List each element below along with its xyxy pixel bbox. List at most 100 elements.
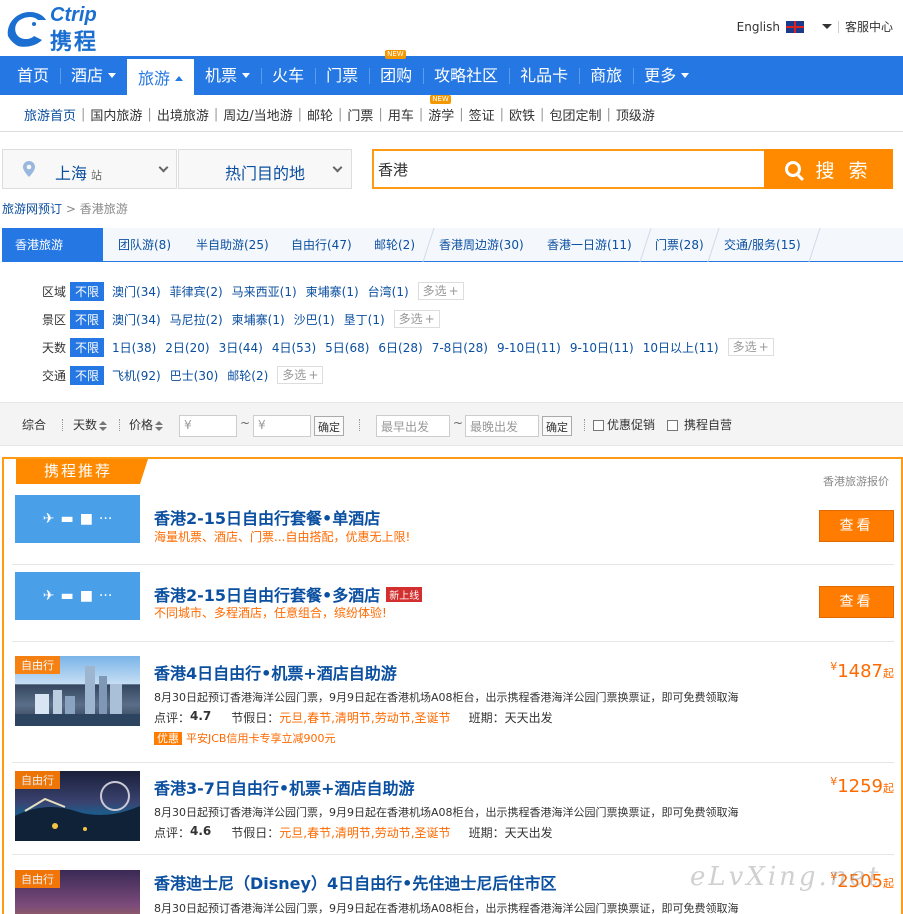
- latest-departure-input[interactable]: 最晚出发: [465, 415, 539, 437]
- tab-cruise[interactable]: 邮轮(2): [361, 228, 428, 262]
- filter-option[interactable]: 巴士(30): [170, 367, 219, 384]
- multi-select-button[interactable]: 多选 +: [727, 338, 774, 356]
- filter-all[interactable]: 不限: [70, 281, 105, 301]
- earliest-departure-input[interactable]: 最早出发: [376, 415, 450, 437]
- sort-price[interactable]: 价格: [129, 416, 164, 433]
- departure-city-select[interactable]: 上海站: [2, 149, 177, 189]
- package-icons[interactable]: ✈ ▬ ■ ···: [15, 495, 140, 543]
- filter-option[interactable]: 柬埔寨(1): [232, 311, 285, 328]
- product-title[interactable]: 香港迪士尼（Disney）4日自由行•先住迪士尼后住市区: [154, 870, 556, 894]
- product-title[interactable]: 香港4日自由行•机票+酒店自助游: [154, 660, 397, 684]
- multi-select-button[interactable]: 多选 +: [277, 366, 324, 384]
- filter-all[interactable]: 不限: [70, 337, 105, 357]
- nav-business[interactable]: 商旅: [579, 56, 633, 95]
- search-button[interactable]: 搜 索: [764, 149, 893, 189]
- filter-option[interactable]: 台湾(1): [368, 283, 409, 300]
- filter-option[interactable]: 马来西亚(1): [232, 283, 297, 300]
- filter-option[interactable]: 9-10日(11): [497, 339, 561, 356]
- filter-option[interactable]: 3日(44): [219, 339, 263, 356]
- multi-select-button[interactable]: 多选 +: [417, 282, 464, 300]
- filter-option[interactable]: 飞机(92): [112, 367, 161, 384]
- filter-option[interactable]: 2日(20): [165, 339, 209, 356]
- package-title[interactable]: 香港2-15日自由行套餐•单酒店: [154, 505, 380, 529]
- language-dropdown-icon[interactable]: [821, 24, 832, 29]
- subnav-study-tour[interactable]: 游学 NEW: [424, 95, 458, 124]
- product-title[interactable]: 香港3-7日自由行•机票+酒店自助游: [154, 775, 415, 799]
- tab-hk-travel[interactable]: 香港旅游(150): [2, 228, 103, 286]
- tab-independent[interactable]: 自由行(47): [278, 228, 365, 262]
- filter-option[interactable]: 柬埔寨(1): [306, 283, 359, 300]
- product-price[interactable]: ¥1487起: [830, 660, 894, 682]
- filter-option[interactable]: 7-8日(28): [432, 339, 488, 356]
- subnav-nearby[interactable]: 周边/当地游: [219, 105, 296, 124]
- breadcrumb-home[interactable]: 旅游网预订: [2, 202, 62, 216]
- tab-transport[interactable]: 交通/服务(15): [711, 228, 814, 262]
- price-min-input[interactable]: ¥: [179, 415, 237, 437]
- tab-semi-self[interactable]: 半自助游(25): [183, 228, 282, 262]
- filter-option[interactable]: 澳门(34): [112, 283, 161, 300]
- nav-travel[interactable]: 旅游: [127, 56, 195, 98]
- filter-option[interactable]: 6日(28): [378, 339, 422, 356]
- tab-tickets[interactable]: 门票(28): [642, 228, 717, 262]
- nav-groupbuy[interactable]: 团购 NEW: [369, 50, 423, 95]
- package-title[interactable]: 香港2-15日自由行套餐•多酒店 新上线: [154, 582, 423, 606]
- nav-tickets[interactable]: 门票: [315, 56, 369, 95]
- filter-option[interactable]: 5日(68): [325, 339, 369, 356]
- nav-gift-card[interactable]: 礼品卡: [509, 56, 579, 95]
- quote-link[interactable]: 香港旅游报价: [823, 473, 889, 489]
- product-price[interactable]: ¥1259起: [830, 775, 894, 797]
- subnav-outbound[interactable]: 出境旅游: [153, 105, 213, 124]
- subnav-domestic[interactable]: 国内旅游: [86, 105, 146, 124]
- filter-option[interactable]: 垦丁(1): [344, 311, 385, 328]
- filter-all[interactable]: 不限: [70, 365, 105, 385]
- subnav-eurail[interactable]: 欧铁: [505, 105, 539, 124]
- multi-select-button[interactable]: 多选 +: [393, 310, 440, 328]
- tab-group-tour[interactable]: 团队游(8): [105, 228, 184, 262]
- view-button[interactable]: 查看: [819, 586, 894, 618]
- nav-hotel[interactable]: 酒店: [60, 56, 127, 95]
- filter-option[interactable]: 澳门(34): [112, 311, 161, 328]
- sort-days[interactable]: 天数: [73, 416, 108, 433]
- date-confirm-button[interactable]: 确定: [542, 416, 572, 436]
- subnav-visa[interactable]: 签证: [465, 105, 499, 124]
- self-operated-checkbox[interactable]: 携程自营: [667, 416, 732, 433]
- search-input[interactable]: 香港: [372, 149, 766, 189]
- product-image[interactable]: 自由行: [15, 771, 140, 841]
- price-confirm-button[interactable]: 确定: [314, 416, 344, 436]
- filter-option[interactable]: 4日(53): [272, 339, 316, 356]
- language-link[interactable]: English: [737, 20, 780, 34]
- nav-train[interactable]: 火车: [261, 56, 315, 95]
- nav-flights[interactable]: 机票: [194, 56, 261, 95]
- subnav-travel-home[interactable]: 旅游首页: [24, 105, 80, 124]
- price-max-input[interactable]: ¥: [253, 415, 311, 437]
- filter-all[interactable]: 不限: [70, 309, 105, 329]
- nav-more[interactable]: 更多: [633, 56, 700, 95]
- subnav-custom[interactable]: 包团定制: [545, 105, 605, 124]
- filter-option[interactable]: 10日以上(11): [643, 339, 719, 356]
- package-icons[interactable]: ✈ ▬ ■ ···: [15, 572, 140, 620]
- filter-row-scenic: 景区 不限 澳门(34) 马尼拉(2) 柬埔寨(1) 沙巴(1) 垦丁(1) 多…: [42, 309, 440, 329]
- subnav-car[interactable]: 用车: [384, 105, 418, 124]
- subnav-luxury[interactable]: 顶级游: [612, 105, 659, 124]
- filter-option[interactable]: 菲律宾(2): [170, 283, 223, 300]
- promo-checkbox[interactable]: 优惠促销: [593, 416, 655, 433]
- filter-option[interactable]: 1日(38): [112, 339, 156, 356]
- customer-service-link[interactable]: 客服中心: [845, 18, 893, 35]
- product-card: 自由行 香港4日自由行•机票+酒店自助游 8月30日起预订香港海洋公园门票，9月…: [12, 648, 894, 763]
- ctrip-logo[interactable]: Ctrip 携程: [4, 4, 124, 55]
- view-button[interactable]: 查看: [819, 510, 894, 542]
- nav-home[interactable]: 首页: [6, 56, 60, 95]
- filter-option[interactable]: 邮轮(2): [227, 367, 268, 384]
- subnav-cruise[interactable]: 邮轮: [303, 105, 337, 124]
- product-image[interactable]: 自由行: [15, 656, 140, 726]
- subnav-tickets[interactable]: 门票: [343, 105, 377, 124]
- tab-hk-day-tour[interactable]: 香港一日游(11): [534, 228, 645, 262]
- hot-destination-select[interactable]: 热门目的地: [178, 149, 352, 189]
- nav-guide-community[interactable]: 攻略社区: [423, 56, 509, 95]
- filter-option[interactable]: 9-10日(11): [570, 339, 634, 356]
- product-image[interactable]: 自由行: [15, 870, 140, 914]
- filter-option[interactable]: 沙巴(1): [294, 311, 335, 328]
- filter-option[interactable]: 马尼拉(2): [170, 311, 223, 328]
- sort-overall[interactable]: 综合: [22, 416, 46, 433]
- tab-hk-nearby[interactable]: 香港周边游(30): [426, 228, 537, 262]
